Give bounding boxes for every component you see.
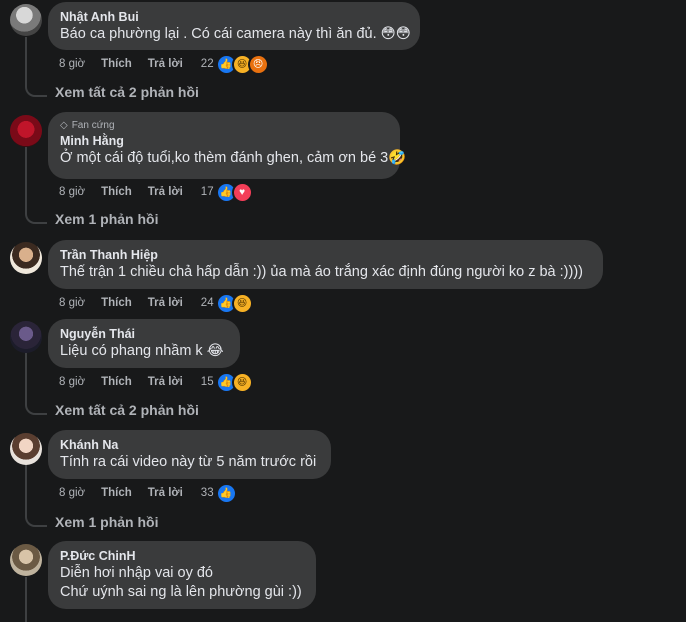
like-button[interactable]: Thích — [101, 487, 132, 499]
avatar[interactable] — [10, 321, 42, 353]
comment-actions: 8 giờ Thích Trả lời 22 👍 😆 😠 — [59, 53, 269, 75]
comment-text: Tính ra cái video này từ 5 năm trước rồi — [60, 454, 317, 470]
comment-text: Diễn hơi nhập vai oy đó — [60, 565, 213, 581]
thread-line — [25, 577, 27, 622]
comment-time[interactable]: 8 giờ — [59, 487, 85, 499]
comment-text: Báo ca phường lại . Có cái camera này th… — [60, 26, 411, 42]
like-button[interactable]: Thích — [101, 376, 132, 388]
avatar[interactable] — [10, 115, 42, 147]
reaction-summary[interactable]: 24 👍 😆 — [200, 292, 253, 314]
reply-button[interactable]: Trả lời — [148, 297, 183, 309]
comment-bubble: Trần Thanh Hiệp Thế trận 1 chiều chả hấp… — [48, 240, 603, 289]
comment-text: Liệu có phang nhầm k 😂 — [60, 343, 224, 359]
view-replies-link[interactable]: Xem 1 phản hồi — [55, 514, 158, 530]
comment-bubble: Nhật Anh Bui Báo ca phường lại . Có cái … — [48, 2, 420, 50]
comment-author[interactable]: Minh Hằng — [60, 133, 388, 149]
comment-time[interactable]: 8 giờ — [59, 58, 85, 70]
reply-button[interactable]: Trả lời — [148, 58, 183, 70]
love-reaction-icon: ♥ — [231, 181, 253, 203]
like-button[interactable]: Thích — [101, 186, 132, 198]
thread-line — [25, 147, 27, 212]
thread-line — [25, 37, 27, 85]
comment-bubble: ◇ Fan cứng Minh Hằng Ở một cái độ tuổi,ko… — [48, 112, 407, 179]
avatar[interactable] — [10, 4, 42, 36]
comment-bubble: Nguyễn Thái Liệu có phang nhầm k 😂 — [48, 319, 240, 368]
comment-text: Thế trận 1 chiều chả hấp dẫn :)) ủa mà á… — [60, 264, 583, 280]
comment-actions: 8 giờ Thích Trả lời 15 👍 😆 — [59, 371, 253, 393]
comment-time[interactable]: 8 giờ — [59, 376, 85, 388]
reaction-count: 15 — [200, 376, 214, 388]
comment-time[interactable]: 8 giờ — [59, 186, 85, 198]
reaction-count: 22 — [200, 58, 214, 70]
thread-line — [25, 353, 27, 403]
reaction-count: 17 — [200, 186, 214, 198]
comment-author[interactable]: P.Đức ChinH — [60, 548, 304, 564]
reaction-count: 33 — [200, 487, 214, 499]
avatar[interactable] — [10, 544, 42, 576]
like-button[interactable]: Thích — [101, 297, 132, 309]
view-replies-link[interactable]: Xem 1 phản hồi — [55, 211, 158, 227]
comment-actions: 8 giờ Thích Trả lời 24 👍 😆 — [59, 292, 253, 314]
comment-text: Chứ uýnh sai ng là lên phường gùi :)) — [60, 584, 302, 600]
thread-line — [25, 465, 27, 515]
reply-button[interactable]: Trả lời — [148, 487, 183, 499]
avatar[interactable] — [10, 242, 42, 274]
reply-connector — [25, 85, 47, 97]
comment-actions: 8 giờ Thích Trả lời 33 👍 — [59, 482, 237, 504]
view-replies-link[interactable]: Xem tất cả 2 phản hồi — [55, 402, 199, 418]
comment-author[interactable]: Trần Thanh Hiệp — [60, 247, 591, 263]
comment-author[interactable]: Nguyễn Thái — [60, 326, 228, 342]
like-reaction-icon: 👍 — [215, 482, 237, 504]
reply-button[interactable]: Trả lời — [148, 186, 183, 198]
like-button[interactable]: Thích — [101, 58, 132, 70]
comment-bubble: P.Đức ChinH Diễn hơi nhập vai oy đó Chứ … — [48, 541, 316, 609]
reaction-count: 24 — [200, 297, 214, 309]
haha-reaction-icon: 😆 — [231, 292, 253, 314]
reply-connector — [25, 212, 47, 224]
reply-button[interactable]: Trả lời — [148, 376, 183, 388]
angry-reaction-icon: 😠 — [247, 53, 269, 75]
fan-badge: ◇ Fan cứng — [60, 120, 115, 131]
reaction-summary[interactable]: 17 👍 ♥ — [200, 181, 253, 203]
avatar[interactable] — [10, 433, 42, 465]
comment-time[interactable]: 8 giờ — [59, 297, 85, 309]
reply-connector — [25, 403, 47, 415]
comment-text: Ở một cái độ tuổi,ko thèm đánh ghen, cảm… — [60, 150, 407, 166]
reaction-summary[interactable]: 33 👍 — [200, 482, 237, 504]
reaction-summary[interactable]: 22 👍 😆 😠 — [200, 53, 269, 75]
haha-reaction-icon: 😆 — [231, 371, 253, 393]
view-replies-link[interactable]: Xem tất cả 2 phản hồi — [55, 84, 199, 100]
comment-author[interactable]: Khánh Na — [60, 437, 319, 453]
reply-connector — [25, 515, 47, 527]
reaction-summary[interactable]: 15 👍 😆 — [200, 371, 253, 393]
diamond-icon: ◇ — [60, 120, 68, 131]
comment-actions: 8 giờ Thích Trả lời 17 👍 ♥ — [59, 181, 253, 203]
comment-bubble: Khánh Na Tính ra cái video này từ 5 năm … — [48, 430, 331, 479]
comment-author[interactable]: Nhật Anh Bui — [60, 9, 408, 25]
